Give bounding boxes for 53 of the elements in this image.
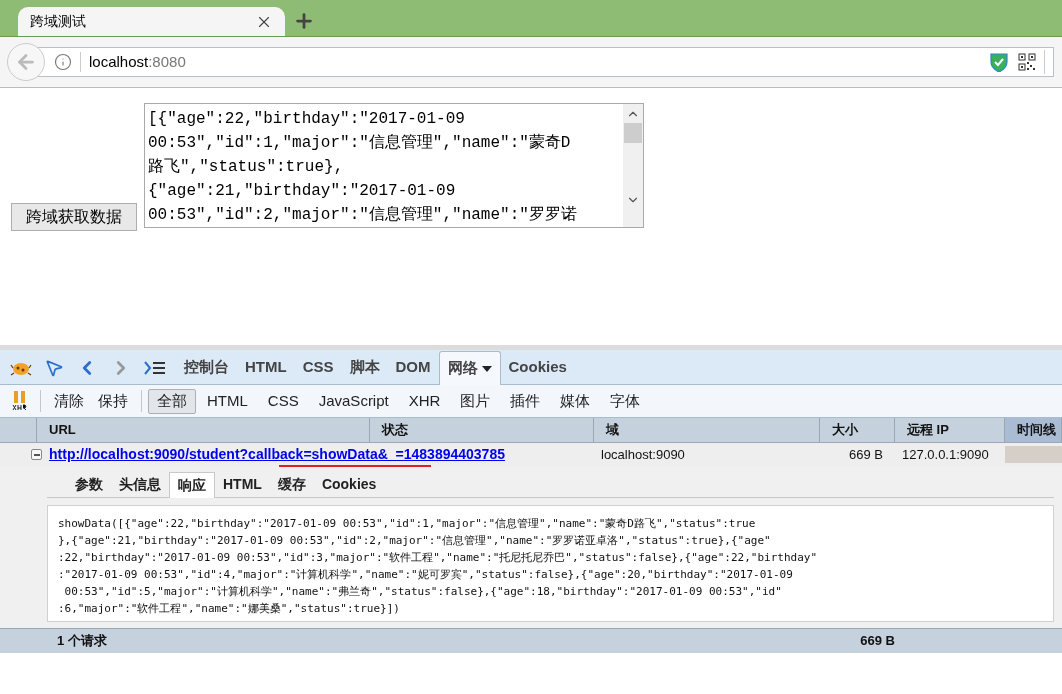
scrollbar[interactable] (623, 104, 643, 227)
url-text: localhost:8080 (89, 51, 186, 72)
request-url-link[interactable]: http://localhost:9090/student?callback=showData&_=1483894403785 (49, 444, 505, 465)
caret-icon[interactable] (481, 365, 492, 372)
new-tab-icon[interactable] (293, 10, 315, 32)
devtools-tab[interactable]: 网络 (438, 351, 501, 385)
detail-tab[interactable]: 响应 (169, 472, 215, 498)
scroll-thumb[interactable] (624, 123, 642, 143)
info-icon[interactable] (54, 53, 72, 71)
qr-code-icon[interactable] (1018, 53, 1036, 71)
remote-ip-cell-text: 127.0.0.1:9090 (901, 445, 990, 464)
devtools-tab[interactable]: DOM (387, 351, 439, 384)
domain-cell-text: localhost:9090 (600, 445, 686, 464)
size-cell-text: 669 B (848, 445, 884, 464)
column-header[interactable]: 域 (594, 418, 820, 442)
detail-tab[interactable]: 头信息 (111, 472, 169, 497)
devtools-tab[interactable]: 控制台 (176, 351, 237, 384)
filter-button[interactable]: XHR (399, 388, 450, 414)
shield-check-icon[interactable] (990, 52, 1008, 72)
browser-tab[interactable]: 跨域测试 (18, 7, 285, 36)
devtools-tab[interactable]: HTML (237, 351, 295, 384)
filter-button[interactable]: HTML (198, 388, 257, 414)
column-header[interactable]: URL (37, 418, 370, 442)
column-header[interactable]: 大小 (820, 418, 895, 442)
total-size: 669 B (860, 632, 895, 651)
column-header[interactable]: 状态 (370, 418, 594, 442)
devtools-tab[interactable]: CSS (294, 351, 342, 384)
column-header[interactable]: 时间线 (1005, 418, 1062, 442)
request-count: 1 个请求 (57, 632, 107, 651)
filter-button[interactable]: 媒体 (551, 388, 600, 414)
tab-title: 跨域测试 (30, 12, 86, 31)
pause-xhr-icon[interactable] (12, 391, 28, 411)
filter-button[interactable]: CSS (258, 388, 308, 414)
toolbar-button[interactable]: 清除 (47, 389, 91, 413)
toolbar-button[interactable]: 保持 (91, 389, 135, 413)
detail-tab[interactable]: Cookies (313, 472, 385, 497)
devtools-tab[interactable]: 脚本 (341, 351, 388, 384)
collapse-icon[interactable] (31, 449, 42, 460)
detail-tab[interactable]: HTML (215, 472, 270, 497)
textarea-text: [{"age":22,"birthday":"2017-01-09 00:53","id":1,"major":"信息管理","name":"蒙奇D 路飞","status":true}, {"age":21,"birthday":"2017-01-09 00:53","id":2,"major":"信息管理","name":"罗罗诺 (147, 109, 578, 226)
filter-button[interactable]: JavaScript (309, 388, 398, 414)
fetch-data-button[interactable]: 跨域获取数据 (11, 203, 137, 231)
command-line-icon[interactable] (144, 359, 166, 376)
timeline-bar (1005, 446, 1062, 463)
filter-button[interactable]: 字体 (601, 388, 650, 414)
detail-tab[interactable]: 缓存 (269, 472, 314, 497)
devtools-tab[interactable]: Cookies (500, 351, 575, 384)
filter-button[interactable]: 图片 (451, 388, 500, 414)
response-panel: showData([{"age":22,"birthday":"2017-01-09 00:53","id":1,"major":"信息管理","name":"蒙奇D路飞","status":true },{"age":21,"birthday":"2017-01-09 00:53","id":2,"major":"信息管理","name":"罗罗诺亚卓洛","status":true},{"age" :22,"birthday":"2017-01-09 00:53","id":3,"major":"软件工程","name":"托尼托尼乔巴","status":false},{"age":22,"birthday" :"2017-01-09 00:53","id":4,"major":"计算机科学","name":"妮可罗宾","status":false},{"age":20,"birthday":"2017-01-09 00:53","id":5,"major":"计算机科学","name":"弗兰奇","status":false},{"age":18,"birthday":"2017-01-09 00:53","id" :6,"major":"软件工程","name":"娜美桑","status":true}]) (47, 505, 1054, 622)
filter-button[interactable]: 插件 (501, 388, 550, 414)
filter-button[interactable]: 全部 (148, 388, 196, 414)
detail-tab[interactable]: 参数 (67, 472, 111, 497)
result-textarea[interactable]: [{"age":22,"birthday":"2017-01-09 00:53","id":1,"major":"信息管理","name":"蒙奇D 路飞","status":true}, {"age":21,"birthday":"2017-01-09 00:53","id":2,"major":"信息管理","name":"罗罗诺 (144, 103, 644, 228)
